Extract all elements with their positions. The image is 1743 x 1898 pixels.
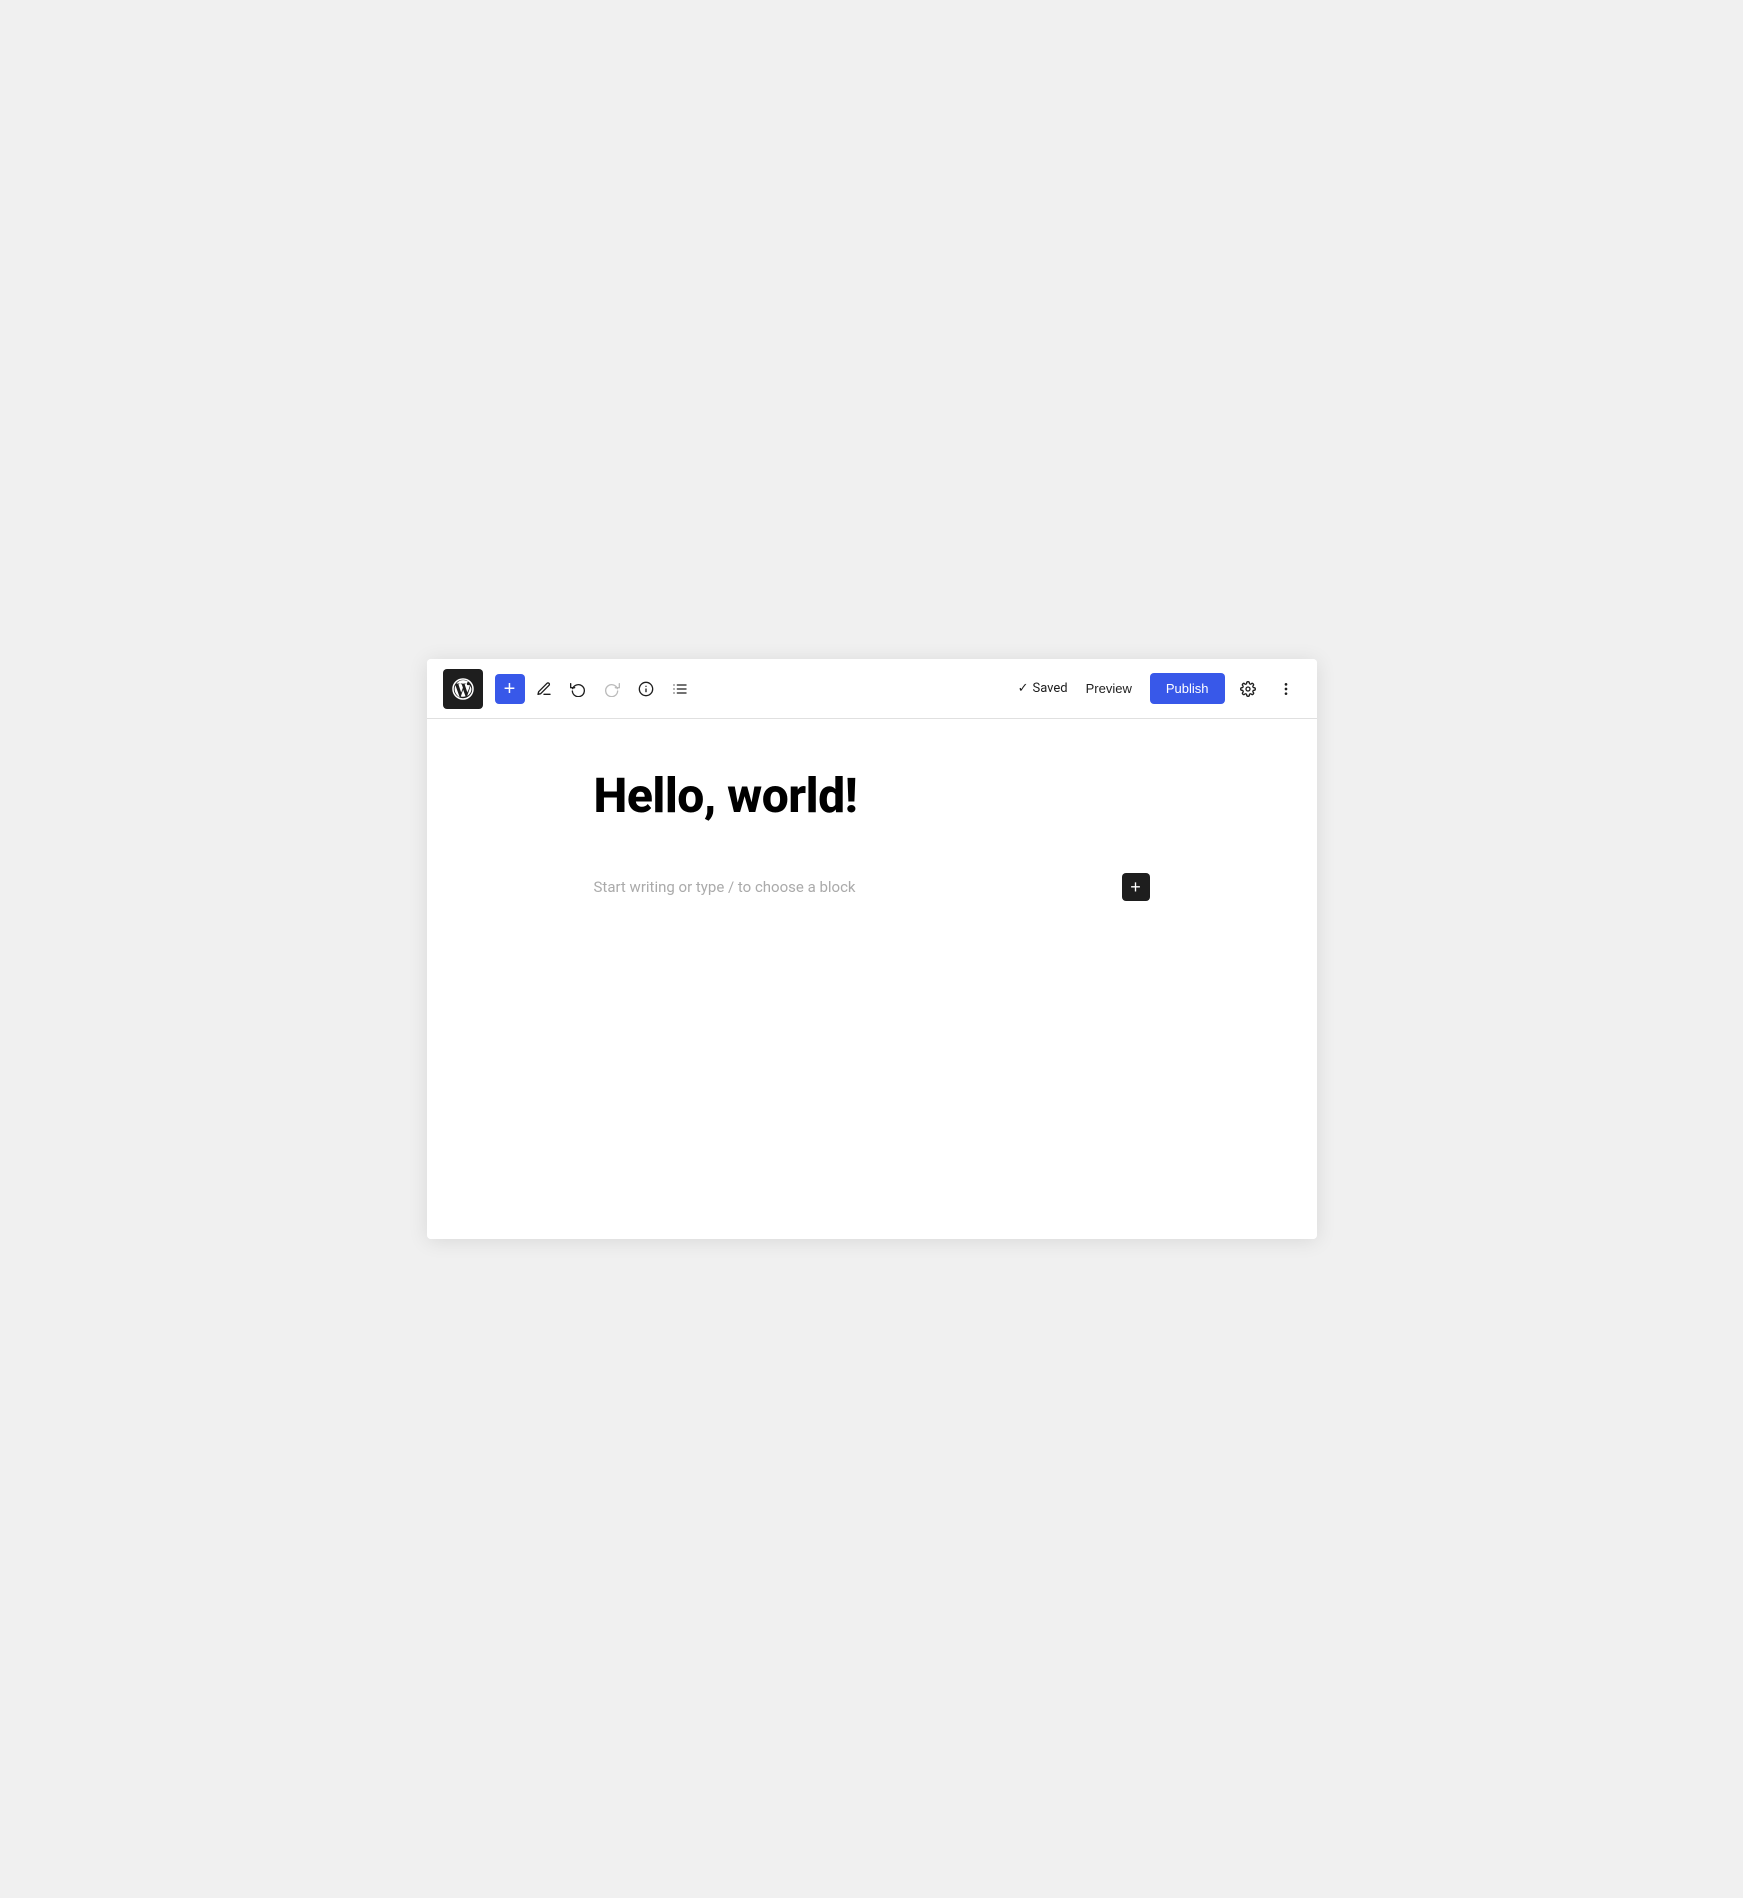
- list-icon: [672, 681, 688, 697]
- publish-button[interactable]: Publish: [1150, 673, 1225, 704]
- details-button[interactable]: [631, 674, 661, 704]
- post-title[interactable]: Hello, world!: [594, 767, 1150, 825]
- redo-button[interactable]: [597, 674, 627, 704]
- more-options-button[interactable]: [1271, 674, 1301, 704]
- add-block-button[interactable]: +: [495, 674, 525, 704]
- redo-icon: [604, 681, 620, 697]
- block-placeholder[interactable]: Start writing or type / to choose a bloc…: [594, 873, 1150, 901]
- editor-window: +: [427, 659, 1317, 1239]
- preview-button[interactable]: Preview: [1076, 675, 1142, 702]
- more-vertical-icon: [1278, 681, 1294, 697]
- saved-label: Saved: [1032, 681, 1067, 696]
- info-icon: [638, 681, 654, 697]
- list-view-button[interactable]: [665, 674, 695, 704]
- block-placeholder-text: Start writing or type / to choose a bloc…: [594, 878, 1114, 896]
- add-block-inline-button[interactable]: +: [1122, 873, 1150, 901]
- pencil-icon: [536, 681, 552, 697]
- gear-icon: [1240, 681, 1256, 697]
- toolbar-right: ✓ Saved Preview Publish: [1018, 673, 1301, 704]
- undo-icon: [570, 681, 586, 697]
- undo-button[interactable]: [563, 674, 593, 704]
- wp-logo[interactable]: [443, 669, 483, 709]
- tools-button[interactable]: [529, 674, 559, 704]
- settings-button[interactable]: [1233, 674, 1263, 704]
- content-inner: Hello, world! Start writing or type / to…: [562, 767, 1182, 901]
- editor-content-area: Hello, world! Start writing or type / to…: [427, 719, 1317, 1239]
- editor-toolbar: +: [427, 659, 1317, 719]
- toolbar-left: +: [443, 669, 1018, 709]
- saved-status: ✓ Saved: [1018, 681, 1068, 696]
- saved-check-icon: ✓: [1018, 681, 1029, 696]
